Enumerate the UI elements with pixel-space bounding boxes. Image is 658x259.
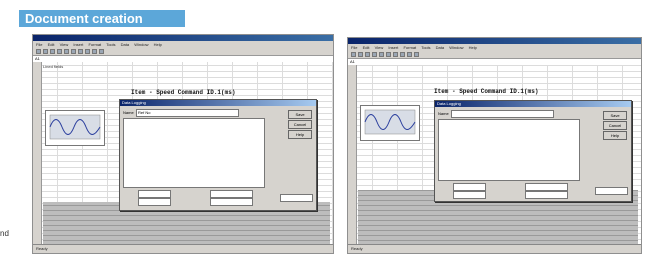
- open-icon[interactable]: [358, 52, 363, 57]
- screenshot-left: File Edit View Insert Format Tools Data …: [32, 34, 334, 254]
- toolbar: [33, 48, 333, 55]
- menu-help[interactable]: Help: [154, 42, 162, 47]
- menu-data[interactable]: Data: [436, 45, 444, 50]
- undo-icon[interactable]: [85, 49, 90, 54]
- dialog-listbox[interactable]: [123, 118, 265, 188]
- menu-data[interactable]: Data: [121, 42, 129, 47]
- row-headers: [348, 65, 357, 245]
- dialog-name-field[interactable]: [451, 110, 554, 118]
- dialog-field-d[interactable]: [210, 198, 253, 206]
- screenshot-right: File Edit View Insert Format Tools Data …: [347, 37, 642, 254]
- menu-format[interactable]: Format: [88, 42, 101, 47]
- menu-edit[interactable]: Edit: [363, 45, 370, 50]
- dialog-window: Data Logging Name Ref No Save Cancel Hel…: [119, 99, 317, 211]
- menu-tools[interactable]: Tools: [106, 42, 115, 47]
- dialog-window: Data Logging Name Save Cancel Help: [434, 100, 632, 202]
- dialog-field-d[interactable]: [525, 191, 568, 199]
- new-icon[interactable]: [351, 52, 356, 57]
- menu-format[interactable]: Format: [403, 45, 416, 50]
- status-bar: Ready: [348, 244, 641, 253]
- paste-icon[interactable]: [393, 52, 398, 57]
- paste-icon[interactable]: [78, 49, 83, 54]
- copy-icon[interactable]: [386, 52, 391, 57]
- cell-reference: A1: [35, 56, 40, 61]
- dialog-field-c[interactable]: [210, 190, 253, 198]
- dialog-listbox[interactable]: [438, 119, 580, 181]
- cut-icon[interactable]: [64, 49, 69, 54]
- menu-view[interactable]: View: [375, 45, 384, 50]
- save-icon[interactable]: [50, 49, 55, 54]
- dialog-help-button[interactable]: Help: [603, 131, 627, 140]
- print-icon[interactable]: [372, 52, 377, 57]
- side-text-fragment: nd: [0, 229, 9, 238]
- menu-help[interactable]: Help: [469, 45, 477, 50]
- copy-icon[interactable]: [71, 49, 76, 54]
- cut-icon[interactable]: [379, 52, 384, 57]
- menu-file[interactable]: File: [36, 42, 42, 47]
- cell-reference: A1: [350, 59, 355, 64]
- menu-bar: File Edit View Insert Format Tools Data …: [348, 44, 641, 51]
- chart-icon[interactable]: [99, 49, 104, 54]
- dialog-name-label: Name: [123, 110, 134, 115]
- status-bar: Ready: [33, 244, 333, 253]
- dialog-help-button[interactable]: Help: [288, 130, 312, 139]
- undo-icon[interactable]: [400, 52, 405, 57]
- menu-window[interactable]: Window: [134, 42, 148, 47]
- section-title-badge: Document creation: [19, 10, 185, 27]
- dialog-field-c[interactable]: [525, 183, 568, 191]
- menu-bar: File Edit View Insert Format Tools Data …: [33, 41, 333, 48]
- dialog-field-b[interactable]: [138, 198, 171, 206]
- dialog-field-e[interactable]: [595, 187, 628, 195]
- redo-icon[interactable]: [407, 52, 412, 57]
- dialog-save-button[interactable]: Save: [288, 110, 312, 119]
- toolbar: [348, 51, 641, 58]
- menu-window[interactable]: Window: [449, 45, 463, 50]
- dialog-field-a[interactable]: [453, 183, 486, 191]
- dialog-field-b[interactable]: [453, 191, 486, 199]
- menu-file[interactable]: File: [351, 45, 357, 50]
- new-icon[interactable]: [36, 49, 41, 54]
- dialog-title: Data Logging: [120, 100, 316, 106]
- redo-icon[interactable]: [92, 49, 97, 54]
- waveform-chart: [45, 110, 105, 146]
- menu-tools[interactable]: Tools: [421, 45, 430, 50]
- dialog-save-button[interactable]: Save: [603, 111, 627, 120]
- menu-edit[interactable]: Edit: [48, 42, 55, 47]
- print-icon[interactable]: [57, 49, 62, 54]
- dialog-name-label: Name: [438, 111, 449, 116]
- menu-insert[interactable]: Insert: [388, 45, 398, 50]
- dialog-cancel-button[interactable]: Cancel: [603, 121, 627, 130]
- dialog-cancel-button[interactable]: Cancel: [288, 120, 312, 129]
- dialog-title: Data Logging: [435, 101, 631, 107]
- open-icon[interactable]: [43, 49, 48, 54]
- dialog-field-a[interactable]: [138, 190, 171, 198]
- menu-view[interactable]: View: [60, 42, 69, 47]
- save-icon[interactable]: [365, 52, 370, 57]
- sheet-title: Item - Speed Command ID.1(ms): [434, 88, 539, 95]
- waveform-chart: [360, 105, 420, 141]
- dialog-field-e[interactable]: [280, 194, 313, 202]
- chart-icon[interactable]: [414, 52, 419, 57]
- sheet-title: Item - Speed Command ID.1(ms): [131, 89, 236, 96]
- menu-insert[interactable]: Insert: [73, 42, 83, 47]
- row-headers: [33, 62, 42, 245]
- sheet-corner-label: Lined fields: [43, 64, 64, 69]
- dialog-name-field[interactable]: Ref No: [136, 109, 239, 117]
